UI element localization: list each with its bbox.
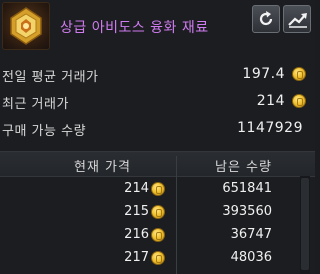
market-item-panel: 상급 아비도스 융화 재료 전일 평균 거래가 197.4 최근 거래가 214…: [0, 0, 315, 274]
listing-price: 217: [124, 250, 149, 265]
listing-qty: 48036: [230, 250, 272, 265]
listing-table-header: 현재 가격 남은 수량: [0, 151, 315, 177]
buyable-qty-row: 구매 가능 수량 1147929: [0, 116, 315, 140]
prev-day-avg-value: 197.4: [242, 66, 285, 82]
fusion-material-icon: [2, 2, 50, 50]
recent-price-value: 214: [256, 93, 285, 109]
prev-day-avg-label: 전일 평균 거래가: [2, 70, 99, 85]
listing-price: 215: [124, 204, 149, 219]
recent-price-row: 최근 거래가 214: [0, 89, 315, 113]
listing-qty: 393560: [222, 204, 272, 219]
gold-coin-icon: [151, 228, 165, 242]
listing-scrollbar[interactable]: [300, 176, 310, 274]
refresh-icon: [259, 11, 273, 26]
recent-price-label: 최근 거래가: [2, 97, 69, 112]
listing-row[interactable]: 214 651841: [0, 178, 315, 200]
current-price-header: 현재 가격: [74, 160, 131, 175]
item-name: 상급 아비도스 융화 재료: [60, 20, 209, 36]
listing-row[interactable]: 216 36747: [0, 224, 315, 246]
price-chart-button[interactable]: [283, 5, 311, 33]
gold-coin-icon: [292, 67, 306, 81]
gold-coin-icon: [151, 251, 165, 265]
listing-row[interactable]: 215 393560: [0, 201, 315, 223]
gold-coin-icon: [292, 94, 306, 108]
scrollbar-thumb[interactable]: [301, 178, 309, 270]
listing-price: 214: [124, 181, 149, 196]
buyable-qty-label: 구매 가능 수량: [2, 124, 87, 139]
listing-qty: 651841: [222, 181, 272, 196]
gold-coin-icon: [151, 182, 165, 196]
refresh-button[interactable]: [252, 5, 280, 33]
listing-row[interactable]: 217 48036: [0, 247, 315, 269]
listing-qty: 36747: [230, 227, 272, 242]
price-chart-icon: [288, 13, 307, 28]
listing-price: 216: [124, 227, 149, 242]
gold-coin-icon: [151, 205, 165, 219]
prev-day-avg-row: 전일 평균 거래가 197.4: [0, 62, 315, 86]
remaining-qty-header: 남은 수량: [215, 160, 272, 175]
buyable-qty-value: 1147929: [237, 120, 303, 136]
